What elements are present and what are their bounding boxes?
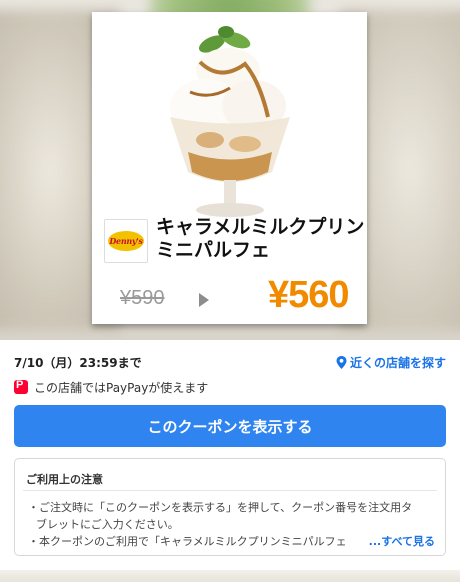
coupon-meta: 7/10（月）23:59まで 近くの店舗を探す <box>0 344 460 380</box>
discount-price: ¥560 <box>268 274 350 316</box>
logo-text: Denny's <box>109 236 143 246</box>
see-all-link[interactable]: ...すべて見る <box>362 533 435 549</box>
location-pin-icon <box>336 356 347 369</box>
note-line-2: ブレットにご入力ください。 <box>36 518 179 531</box>
arrow-right-icon <box>199 293 209 307</box>
dennys-logo: Denny's <box>104 219 148 263</box>
logo-oval: Denny's <box>108 231 144 251</box>
paypay-text: この店舗ではPayPayが使えます <box>34 380 209 395</box>
expiry-deadline: 7/10（月）23:59まで <box>14 356 142 370</box>
coupon-card[interactable]: Denny's キャラメルミルクプリン ミニパルフェ ¥590 ¥560 <box>92 12 367 324</box>
paypay-badge-letter: P <box>16 379 24 391</box>
product-name-line2: ミニパルフェ <box>156 239 271 261</box>
show-coupon-button[interactable]: このクーポンを表示する <box>14 405 446 447</box>
paypay-icon: P <box>14 379 28 394</box>
usage-notes-title: ご利用上の注意 <box>26 473 103 486</box>
usage-notes-panel: ご利用上の注意 ・ご注文時に「このクーポンを表示する」を押して、クーポン番号を注… <box>14 458 446 556</box>
notes-divider <box>23 490 437 491</box>
product-name: キャラメルミルクプリン ミニパルフェ <box>156 216 365 262</box>
paypay-notice: P この店舗ではPayPayが使えます <box>14 378 208 396</box>
parfait-image <box>170 26 290 217</box>
coupon-hero: Denny's キャラメルミルクプリン ミニパルフェ ¥590 ¥560 <box>0 0 460 340</box>
product-name-line1: キャラメルミルクプリン <box>156 216 365 238</box>
next-item-preview <box>0 570 460 582</box>
find-nearby-stores-label: 近くの店舗を探す <box>349 356 446 370</box>
note-line-1: ・ご注文時に「このクーポンを表示する」を押して、クーポン番号を注文用タ <box>28 501 413 514</box>
find-nearby-stores-link[interactable]: 近くの店舗を探す <box>336 354 446 371</box>
note-line-3: ・本クーポンのご利用で「キャラメルミルクプリンミニパルフェ <box>28 535 347 548</box>
old-price: ¥590 <box>120 287 165 309</box>
